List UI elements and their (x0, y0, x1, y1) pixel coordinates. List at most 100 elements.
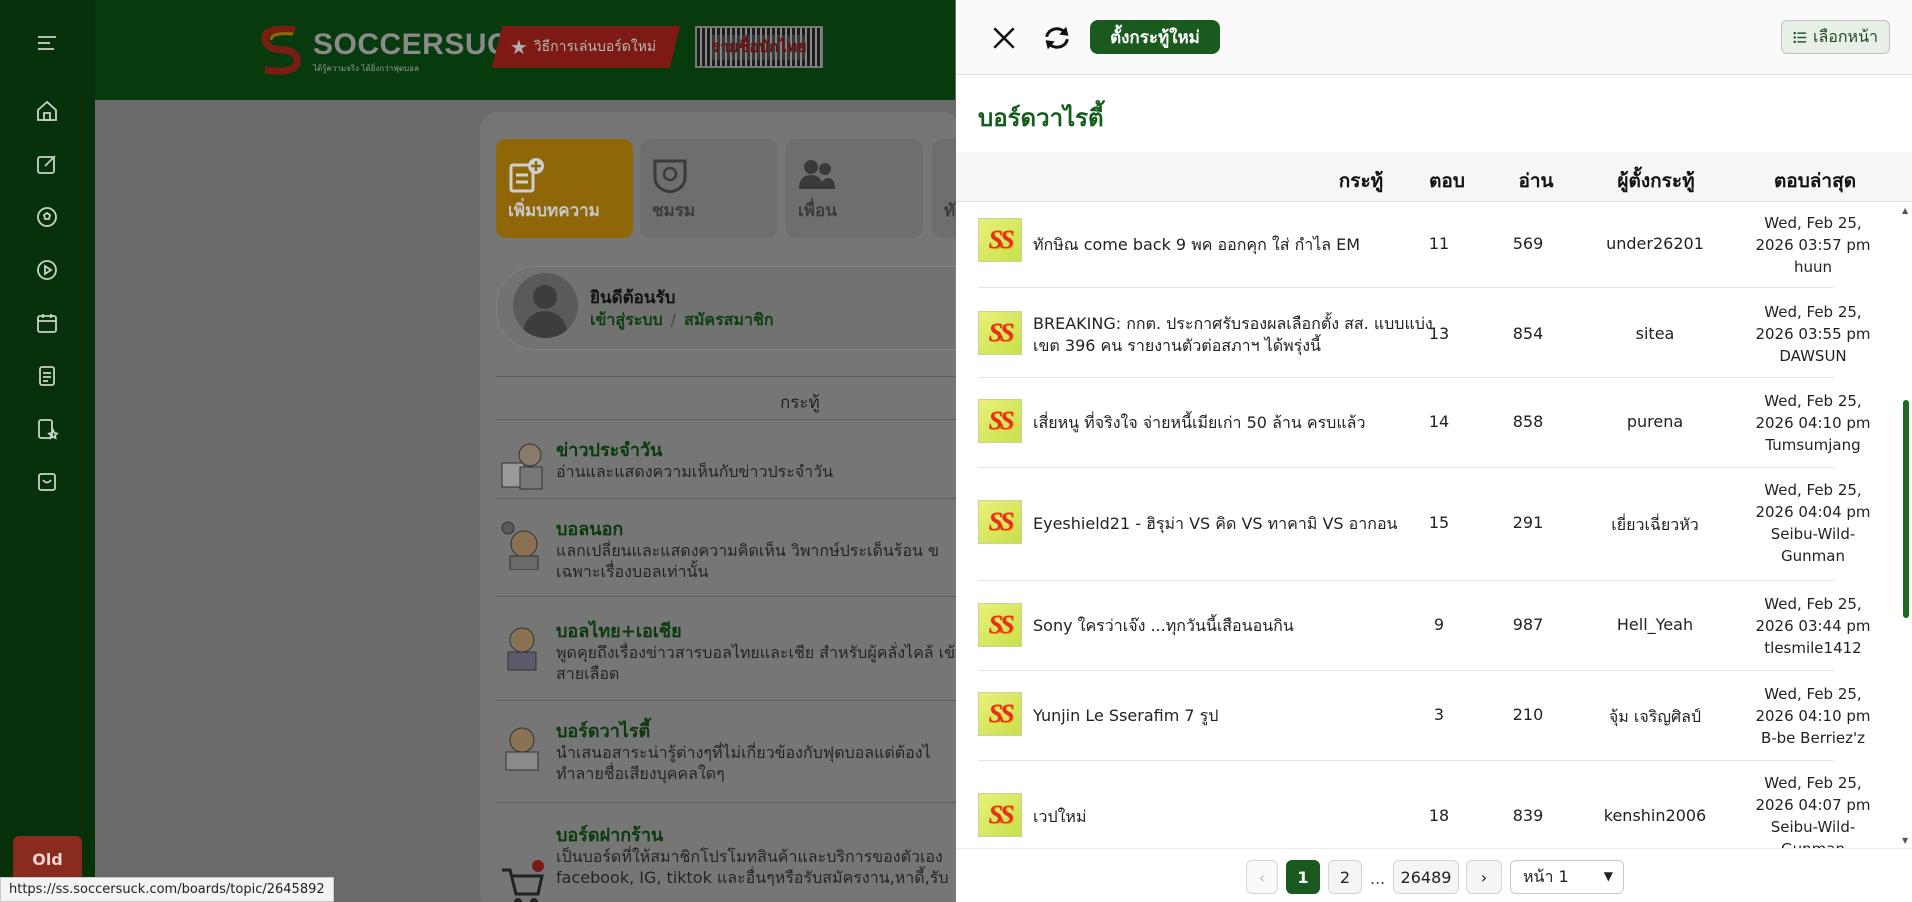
forum-item-title[interactable]: บอร์ดฝากร้าน (556, 820, 663, 849)
last-reply-user[interactable]: B-be Berriez'z (1733, 727, 1893, 749)
last-reply-user[interactable]: Tumsumjang (1733, 434, 1893, 456)
tile-add-post[interactable]: เพิ่มบทความ (496, 139, 633, 238)
topic-last-reply: Wed, Feb 25, 2026 03:57 pm huun (1733, 212, 1893, 278)
document-icon[interactable] (34, 363, 60, 389)
topic-row[interactable]: SS Sony ใครว่าเจ๊ง ...ทุกวันนี้เสือนอนกิ… (978, 582, 1871, 671)
close-button[interactable] (988, 22, 1020, 54)
topic-author[interactable]: kenshin2006 (1580, 806, 1730, 825)
topic-row[interactable]: SS เวปใหม่ 18 839 kenshin2006 Wed, Feb 2… (978, 762, 1871, 848)
topic-row[interactable]: SS Eyeshield21 - ฮิรุม่า VS คิด VS ทาคาม… (978, 469, 1871, 581)
topic-title[interactable]: Sony ใครว่าเจ๊ง ...ทุกวันนี้เสือนอนกิน (1033, 615, 1433, 637)
site-logo[interactable]: SOCCERSUCK ได้รู้ความจริง ได้ยิ่งกว่าฟุต… (255, 22, 531, 77)
topic-author[interactable]: under26201 (1580, 234, 1730, 253)
forum-divider (496, 498, 956, 499)
forum-list-header: กระทู้ (496, 376, 956, 420)
topic-author[interactable]: จุ้ม เจริญศิลป์ (1580, 705, 1730, 730)
page-2-button[interactable]: 2 (1328, 860, 1362, 894)
tile-friends-label: เพื่อน (798, 201, 837, 221)
starred-doc-icon[interactable] (34, 416, 60, 442)
refresh-button[interactable] (1040, 22, 1074, 54)
topic-table-header: กระทู้ ตอบ อ่าน ผู้ตั้งกระทู้ ตอบล่าสุด (956, 152, 1912, 202)
scroll-down-arrow-icon[interactable]: ▼ (1902, 836, 1908, 845)
last-reply-date: Wed, Feb 25, (1764, 685, 1862, 703)
topic-last-reply: Wed, Feb 25, 2026 04:10 pm Tumsumjang (1733, 390, 1893, 456)
edit-post-icon[interactable] (34, 151, 60, 177)
topic-row[interactable]: SS BREAKING: กกต. ประกาศรับรองผลเลือกตั้… (978, 289, 1871, 378)
prev-page-button[interactable]: ‹ (1246, 860, 1278, 894)
forum-item-shop-board[interactable]: บอร์ดฝากร้าน เป็นบอร์ดที่ให้สมาชิกโปรโมท… (496, 820, 956, 902)
topic-title[interactable]: เวปใหม่ (1033, 806, 1433, 828)
topic-title[interactable]: Eyeshield21 - ฮิรุม่า VS คิด VS ทาคามิ V… (1033, 513, 1433, 535)
last-reply-time: 2026 04:04 pm (1755, 503, 1871, 521)
forum-item-foreign-football[interactable]: บอลนอก แลกเปลี่ยนและแสดงความคิดเห็น วิพา… (496, 514, 956, 584)
topic-row[interactable]: SS เสี่ยหนู ที่จริงใจ จ่ายหนี้เมียเก่า 5… (978, 379, 1871, 468)
forum-divider (496, 700, 956, 701)
topic-ss-icon: SS (978, 311, 1022, 355)
new-topic-button[interactable]: ตั้งกระทู้ใหม่ (1090, 20, 1220, 54)
last-reply-date: Wed, Feb 25, (1764, 392, 1862, 410)
forum-item-title[interactable]: บอร์ดวาไรตี้ (556, 716, 650, 745)
soccer-ball-icon[interactable] (34, 204, 60, 230)
topic-title[interactable]: Yunjin Le Sserafim 7 รูป (1033, 705, 1433, 727)
shop-bag-icon[interactable] (34, 469, 60, 495)
last-reply-user[interactable]: tlesmile1412 (1733, 637, 1893, 659)
tile-friends[interactable]: เพื่อน (786, 139, 923, 238)
last-reply-date: Wed, Feb 25, (1764, 481, 1862, 499)
fan-italy-icon (501, 521, 539, 570)
forum-item-variety-board[interactable]: บอร์ดวาไรตี้ นำเสนอสาระน่ารู้ต่างๆที่ไม่… (496, 716, 956, 786)
col-replies: ตอบ (1429, 170, 1465, 192)
play-icon[interactable] (34, 257, 60, 283)
register-link[interactable]: สมัครสมาชิก (684, 310, 773, 329)
old-version-button[interactable]: Old (13, 836, 82, 882)
scroll-up-arrow-icon[interactable]: ▲ (1902, 206, 1908, 215)
site-header: SOCCERSUCK ได้รู้ความจริง ได้ยิ่งกว่าฟุต… (95, 0, 955, 100)
topic-last-reply: Wed, Feb 25, 2026 03:44 pm tlesmile1412 (1733, 593, 1893, 659)
topic-last-reply: Wed, Feb 25, 2026 04:10 pm B-be Berriez'… (1733, 683, 1893, 749)
topic-replies: 14 (1428, 412, 1450, 431)
scrollbar-thumb[interactable] (1903, 400, 1909, 618)
star-icon: ★ (509, 35, 528, 59)
forum-item-title[interactable]: บอลไทย+เอเชีย (556, 616, 682, 645)
home-icon[interactable] (34, 98, 60, 124)
forum-item-thai-asia-football[interactable]: บอลไทย+เอเชีย พูดคุยถึงเรื่องข่าวสารบอลไ… (496, 616, 964, 686)
topic-author[interactable]: เยี่ยวเฉี่ยวหัว (1580, 513, 1730, 538)
left-rail: Old (0, 0, 95, 902)
topic-title[interactable]: BREAKING: กกต. ประกาศรับรองผลเลือกตั้ง ส… (1033, 313, 1433, 357)
topic-author[interactable]: purena (1580, 412, 1730, 431)
page-select[interactable]: หน้า 1 ▼ (1510, 860, 1624, 894)
last-reply-time: 2026 03:44 pm (1755, 617, 1871, 635)
last-reply-time: 2026 04:07 pm (1755, 796, 1871, 814)
page-1-button[interactable]: 1 (1286, 860, 1320, 894)
topic-author[interactable]: sitea (1580, 324, 1730, 343)
forum-item-title[interactable]: บอลนอก (556, 514, 623, 543)
howto-button[interactable]: ★ วิธีการเล่นบอร์ดใหม่ (493, 26, 673, 68)
topic-row[interactable]: SS Yunjin Le Sserafim 7 รูป 3 210 จุ้ม เ… (978, 672, 1871, 761)
chevron-down-icon: ▼ (1603, 869, 1613, 883)
last-reply-user[interactable]: Seibu-Wild-Gunman (1763, 523, 1863, 567)
last-reply-user[interactable]: DAWSUN (1733, 345, 1893, 367)
col-last-reply: ตอบล่าสุด (1773, 170, 1857, 192)
topic-author[interactable]: Hell_Yeah (1580, 615, 1730, 634)
col-reads: อ่าน (1518, 170, 1554, 192)
topic-ss-icon: SS (978, 603, 1022, 647)
forum-item-daily-news[interactable]: ข่าวประจำวัน อ่านและแสดงความเห็นกับข่าวป… (496, 435, 956, 497)
topic-title[interactable]: ทักษิณ come back 9 พค ออกคุก ใส่ กำไล EM (1033, 234, 1433, 256)
next-page-button[interactable]: › (1466, 860, 1502, 894)
forum-item-title[interactable]: ข่าวประจำวัน (556, 435, 662, 464)
last-reply-user[interactable]: huun (1733, 256, 1893, 278)
topic-row[interactable]: SS ทักษิณ come back 9 พค ออกคุก ใส่ กำไล… (978, 203, 1871, 288)
topic-replies: 18 (1428, 806, 1450, 825)
topic-title[interactable]: เสี่ยหนู ที่จริงใจ จ่ายหนี้เมียเก่า 50 ล… (1033, 412, 1433, 434)
login-link[interactable]: เข้าสู่ระบบ (590, 310, 663, 329)
barcode-banner[interactable]: รายชื่อบักไทย (695, 26, 823, 68)
calendar-icon[interactable] (34, 310, 60, 336)
last-page-button[interactable]: 26489 (1393, 860, 1459, 894)
list-icon (1793, 31, 1807, 43)
topic-last-reply: Wed, Feb 25, 2026 03:55 pm DAWSUN (1733, 301, 1893, 367)
select-page-button[interactable]: เลือกหน้า (1781, 20, 1890, 54)
tile-club[interactable]: ชมรม (640, 139, 777, 238)
last-reply-time: 2026 03:57 pm (1755, 236, 1871, 254)
topic-rows: SS ทักษิณ come back 9 พค ออกคุก ใส่ กำไล… (956, 203, 1912, 848)
last-reply-user[interactable]: Seibu-Wild-Gunman (1763, 816, 1863, 848)
hamburger-menu-icon[interactable] (34, 30, 60, 56)
